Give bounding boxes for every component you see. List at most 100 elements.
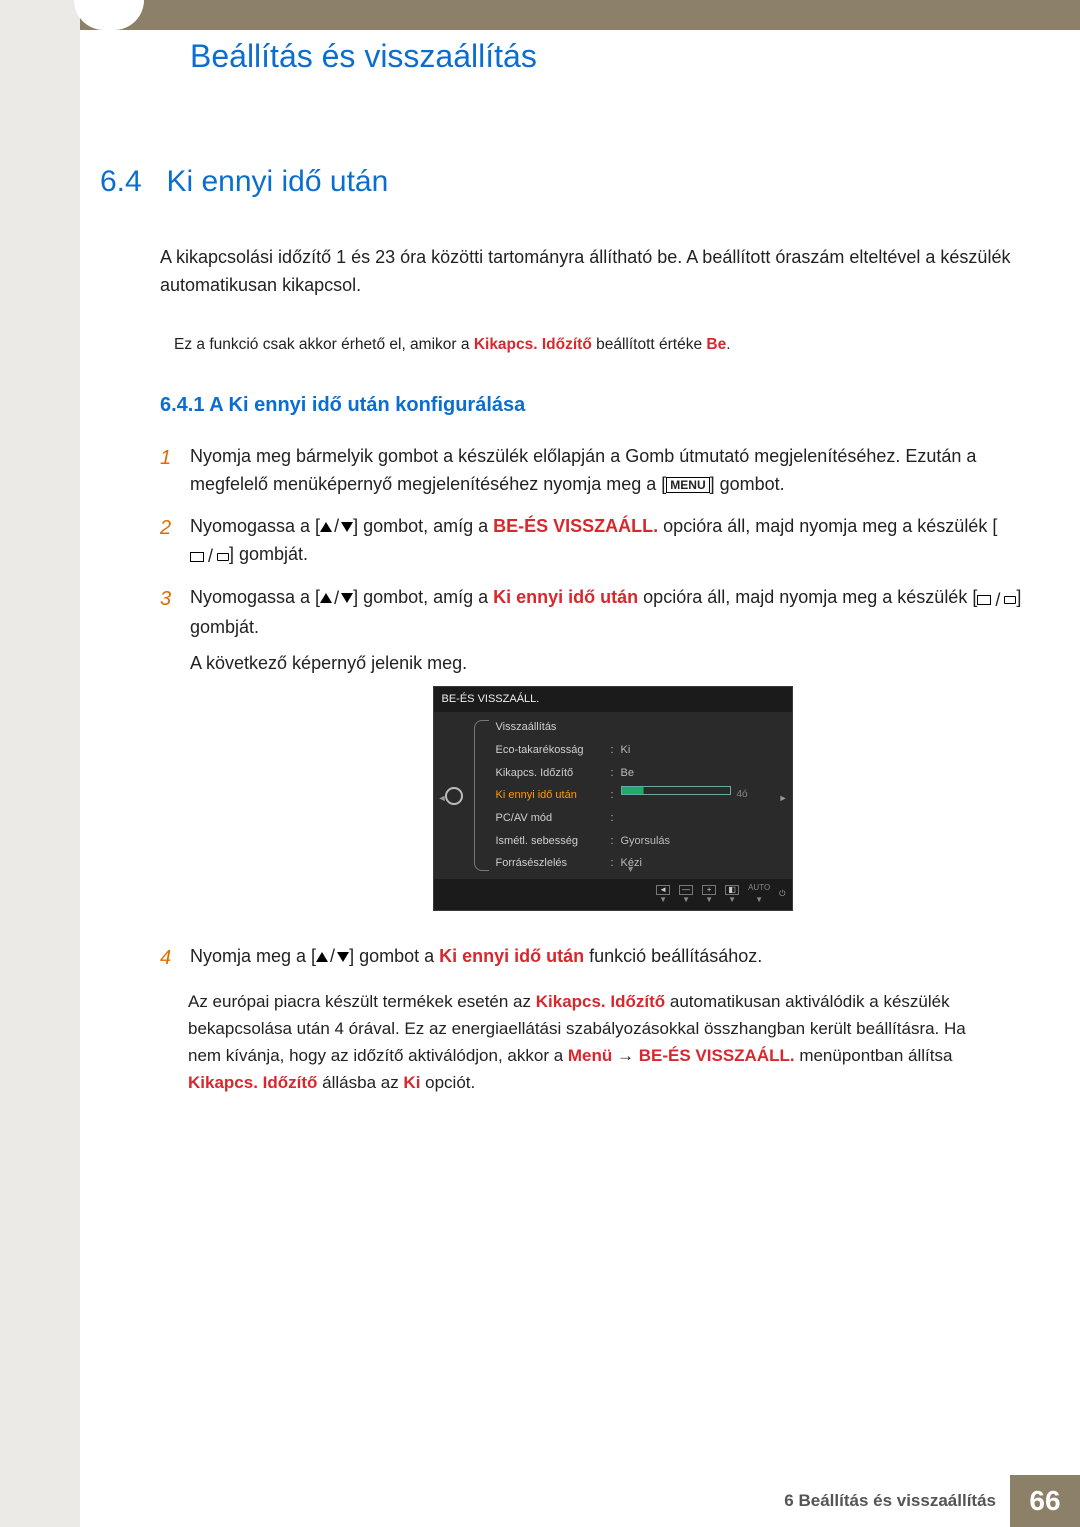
page-content: 6.4 Ki ennyi idő után A kikapcsolási idő… (80, 165, 1080, 1097)
step-text: opcióra áll, majd nyomja meg a készülék … (638, 587, 977, 607)
osd-row: Ismétl. sebesség:Gyorsulás (474, 830, 792, 853)
side-strip (0, 0, 80, 1527)
note-text: beállított értéke (592, 336, 707, 353)
osd-label: Kikapcs. Időzítő (496, 764, 611, 783)
triangle-up-icon (320, 593, 332, 603)
triangle-up-icon (316, 952, 328, 962)
note-text: Az európai piacra készült termékek eseté… (188, 992, 536, 1011)
osd-slider (621, 786, 731, 795)
section-number: 6.4 (100, 165, 162, 199)
note-text: állásba az (317, 1073, 403, 1092)
note-em: Menü (568, 1046, 612, 1065)
section-title: Ki ennyi idő után (166, 165, 388, 198)
step-3: 3 Nyomogassa a [/] gombot, amíg a Ki enn… (160, 584, 1035, 928)
osd-label: Ki ennyi idő után (496, 786, 611, 805)
step-text: Nyomogassa a [ (190, 516, 320, 536)
step-body: Nyomja meg a [/] gombot a Ki ennyi idő u… (190, 943, 1035, 974)
osd-label: Visszaállítás (496, 718, 611, 737)
step-number: 2 (160, 513, 190, 571)
section-intro: A kikapcsolási időzítő 1 és 23 óra közöt… (160, 244, 1035, 300)
step-body: Nyomogassa a [/] gombot, amíg a Ki ennyi… (190, 584, 1035, 928)
up-down-icon: / (320, 513, 353, 541)
osd-row: Visszaállítás (474, 716, 792, 739)
step-list: 1 Nyomja meg bármelyik gombot a készülék… (160, 443, 1035, 974)
enter-source-icon: / (190, 543, 229, 571)
osd-footer-btn: —▼ (679, 885, 693, 904)
osd-footer-btn: ◄▼ (656, 885, 670, 904)
osd-row: PC/AV mód: (474, 807, 792, 830)
step-number: 3 (160, 584, 190, 928)
up-down-icon: / (316, 943, 349, 971)
page-number: 66 (1010, 1475, 1080, 1527)
step-text: ] gombot. (710, 474, 785, 494)
step-number: 4 (160, 943, 190, 974)
step-number: 1 (160, 443, 190, 499)
osd-value: Ki (621, 741, 631, 760)
step-1: 1 Nyomja meg bármelyik gombot a készülék… (160, 443, 1035, 499)
osd-row: Kikapcs. Időzítő:Be (474, 762, 792, 785)
chapter-title: Beállítás és visszaállítás (190, 38, 537, 75)
osd-slider-value: 4ó (737, 786, 748, 805)
osd-label: Forrásészlelés (496, 854, 611, 873)
step-em: Ki ennyi idő után (493, 587, 638, 607)
osd-auto-label: AUTO▼ (748, 882, 770, 907)
osd-power-icon: ⏻ (779, 890, 785, 898)
note-text: menüpontban állítsa (795, 1046, 953, 1065)
enter-source-icon: / (977, 587, 1016, 615)
osd-label: Ismétl. sebesség (496, 832, 611, 851)
osd-value: Gyorsulás (621, 832, 671, 851)
top-band (80, 0, 1080, 30)
note-em: Kikapcs. Időzítő (474, 336, 592, 353)
step-2: 2 Nyomogassa a [/] gombot, amíg a BE-ÉS … (160, 513, 1035, 571)
step-text: ] gombját. (229, 544, 308, 564)
step-body: Nyomja meg bármelyik gombot a készülék e… (190, 443, 1035, 499)
step-em: Ki ennyi idő után (439, 946, 584, 966)
step-text: Nyomogassa a [ (190, 587, 320, 607)
gear-icon (445, 787, 463, 805)
page-footer: 6 Beállítás és visszaállítás 66 (80, 1475, 1080, 1527)
triangle-down-icon (337, 952, 349, 962)
osd-row: Eco-takarékosság:Ki (474, 739, 792, 762)
rect-icon (190, 552, 204, 562)
arrow-icon: → (612, 1046, 638, 1065)
step-text: Nyomja meg a [ (190, 946, 316, 966)
triangle-up-icon (320, 522, 332, 532)
step-body: Nyomogassa a [/] gombot, amíg a BE-ÉS VI… (190, 513, 1035, 571)
note-em: BE-ÉS VISSZAÁLL. (639, 1046, 795, 1065)
osd-auto-text: AUTO (748, 882, 770, 894)
note-text: . (726, 336, 730, 353)
triangle-down-icon (341, 522, 353, 532)
osd-screenshot: BE-ÉS VISSZAÁLL. ◄ ► Visszaállítás Eco-t… (433, 686, 793, 911)
osd-footer-btn: ◧▼ (725, 885, 739, 904)
note-box: Ez a funkció csak akkor érhető el, amiko… (160, 322, 1035, 368)
rect-icon (977, 595, 991, 605)
note-text: opciót. (420, 1073, 475, 1092)
osd-down-arrow-icon: ▼ (626, 863, 635, 877)
osd-label: Eco-takarékosság (496, 741, 611, 760)
step-4: 4 Nyomja meg a [/] gombot a Ki ennyi idő… (160, 943, 1035, 974)
step-text: ] gombot, amíg a (353, 516, 493, 536)
step-text: Nyomja meg bármelyik gombot a készülék e… (190, 446, 976, 494)
note-europe: Az európai piacra készült termékek eseté… (188, 988, 1035, 1097)
footer-chapter-label: 6 Beállítás és visszaállítás (784, 1491, 996, 1511)
step-text: ] gombot a (349, 946, 439, 966)
osd-footer-btn: +▼ (702, 885, 716, 904)
osd-footer: ◄▼ —▼ +▼ ◧▼ AUTO▼ ⏻ (434, 879, 792, 910)
step-text: funkció beállításához. (584, 946, 762, 966)
step-em: BE-ÉS VISSZAÁLL. (493, 516, 658, 536)
subsection-heading: 6.4.1 A Ki ennyi idő után konfigurálása (160, 394, 1035, 417)
rect-icon (217, 553, 229, 561)
note-text: Ez a funkció csak akkor érhető el, amiko… (174, 336, 474, 353)
osd-title: BE-ÉS VISSZAÁLL. (434, 687, 792, 712)
note-em: Kikapcs. Időzítő (536, 992, 665, 1011)
osd-row-highlight: Ki ennyi idő után:4ó (474, 784, 792, 807)
step-text: ] gombot, amíg a (353, 587, 493, 607)
section-heading: 6.4 Ki ennyi idő után (80, 165, 1035, 199)
up-down-icon: / (320, 585, 353, 613)
step-text: A következő képernyő jelenik meg. (190, 650, 1035, 678)
menu-button-label: MENU (666, 477, 709, 493)
note-em: Ki (403, 1073, 420, 1092)
triangle-down-icon (341, 593, 353, 603)
osd-menu: Visszaállítás Eco-takarékosság:Ki Kikapc… (474, 712, 792, 879)
note-em: Be (706, 336, 726, 353)
